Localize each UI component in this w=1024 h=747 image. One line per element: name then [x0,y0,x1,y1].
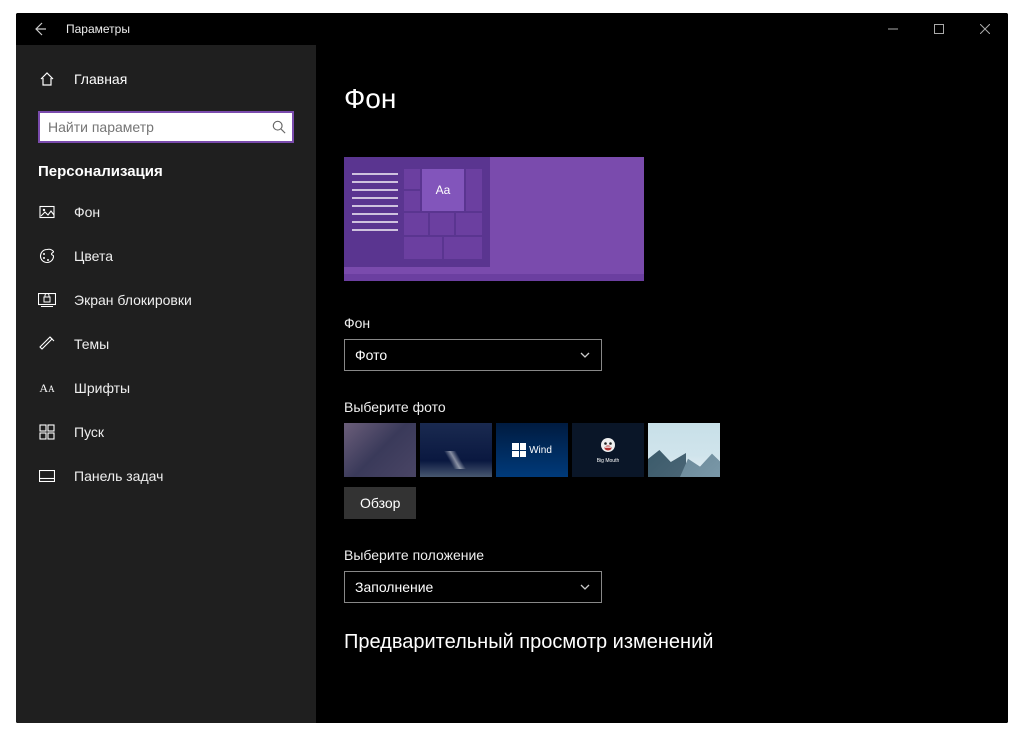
titlebar: Параметры [16,13,1008,45]
sidebar-item-themes[interactable]: Темы [16,322,316,366]
sidebar-home-label: Главная [74,71,127,87]
sidebar-item-label: Шрифты [74,380,130,396]
sidebar-item-label: Цвета [74,248,113,264]
photo-thumb-4[interactable]: Big Mouth [572,423,644,477]
sidebar-item-label: Пуск [74,424,104,440]
background-dropdown[interactable]: Фото [344,339,602,371]
sidebar-item-label: Экран блокировки [74,292,192,308]
thumb3-text: Wind [529,445,552,456]
sidebar: Главная Персонализация Фон [16,45,316,723]
background-label: Фон [344,315,980,331]
dropdown-value: Заполнение [355,579,433,595]
sidebar-item-lockscreen[interactable]: Экран блокировки [16,278,316,322]
search-input[interactable] [38,111,294,143]
chevron-down-icon [579,349,591,361]
preview-changes-heading: Предварительный просмотр изменений [344,631,980,654]
maximize-icon [934,24,944,34]
palette-icon [38,248,56,264]
app-title: Параметры [64,22,130,36]
sidebar-item-taskbar[interactable]: Панель задач [16,454,316,498]
sidebar-item-colors[interactable]: Цвета [16,234,316,278]
search-icon [272,120,286,134]
maximize-button[interactable] [916,13,962,45]
minimize-button[interactable] [870,13,916,45]
dropdown-value: Фото [355,347,387,363]
back-button[interactable] [16,13,64,45]
cartoon-face-icon [597,436,619,458]
themes-icon [38,336,56,352]
photo-thumb-1[interactable] [344,423,416,477]
picture-icon [38,204,56,220]
position-label: Выберите положение [344,547,980,563]
minimize-icon [888,24,898,34]
sidebar-item-start[interactable]: Пуск [16,410,316,454]
arrow-left-icon [32,21,48,37]
close-button[interactable] [962,13,1008,45]
sidebar-item-label: Панель задач [74,468,163,484]
taskbar-icon [38,470,56,482]
sidebar-item-label: Фон [74,204,100,220]
sidebar-item-label: Темы [74,336,109,352]
sidebar-home[interactable]: Главная [16,59,316,99]
photo-thumb-3[interactable]: Wind [496,423,568,477]
page-title: Фон [344,83,980,115]
desktop-preview: Aa [344,157,644,281]
close-icon [980,24,990,34]
sidebar-section-label: Персонализация [16,147,316,190]
browse-button[interactable]: Обзор [344,487,416,519]
preview-sample-text: Aa [422,169,464,211]
sidebar-item-background[interactable]: Фон [16,190,316,234]
sidebar-item-fonts[interactable]: AA Шрифты [16,366,316,410]
windows-logo-icon [512,443,526,457]
chevron-down-icon [579,581,591,593]
photo-thumb-5[interactable] [648,423,720,477]
start-icon [38,424,56,440]
lockscreen-icon [38,293,56,307]
position-dropdown[interactable]: Заполнение [344,571,602,603]
thumb4-text: Big Mouth [597,459,620,464]
photo-thumb-2[interactable] [420,423,492,477]
home-icon [38,71,56,87]
choose-photo-label: Выберите фото [344,399,980,415]
fonts-icon: AA [38,381,56,396]
main-content: Фон Aa [316,45,1008,723]
